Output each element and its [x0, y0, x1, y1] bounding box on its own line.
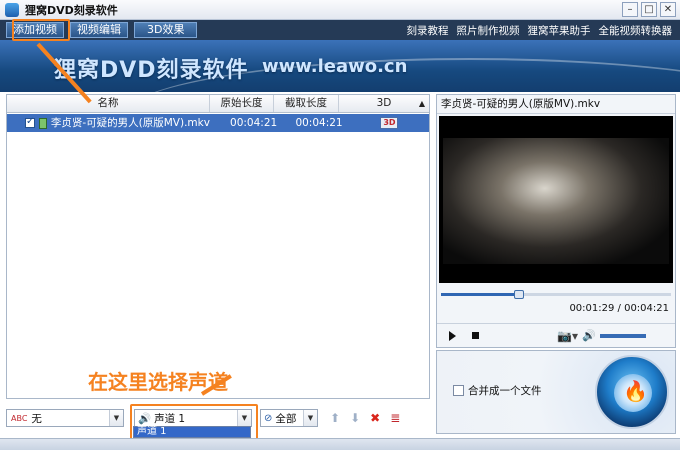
status-bar [0, 438, 680, 450]
move-up-icon[interactable]: ⬆ [330, 411, 340, 425]
link-apple-helper[interactable]: 狸窝苹果助手 [528, 23, 591, 38]
col-clip-length[interactable]: 截取长度 [274, 95, 339, 112]
minimize-button[interactable]: – [622, 2, 638, 17]
video-frame [443, 138, 669, 264]
range-icon: ⊘ [264, 412, 273, 424]
file-list: 名称 原始长度 截取长度 3D ▲ 李贞贤-可疑的男人(原版MV).mkv 00… [6, 94, 430, 399]
close-button[interactable]: ✕ [660, 2, 676, 17]
highlight-audio-track [130, 404, 258, 442]
banner: 狸窝DVD刻录软件 www.leawo.cn [0, 40, 680, 92]
seek-fill [441, 293, 520, 296]
row-orig-length: 00:04:21 [230, 117, 278, 129]
camera-icon[interactable]: 📷▾ [557, 329, 578, 343]
play-icon[interactable] [449, 330, 456, 341]
annotation-text: 在这里选择声道 [88, 370, 228, 394]
3d-icon[interactable]: 3D [380, 117, 399, 129]
clear-list-icon[interactable]: ≣ [390, 411, 400, 425]
video-player[interactable] [439, 116, 673, 283]
preview-pane: 李贞贤-可疑的男人(原版MV).mkv 00:01:29 / 00:04:21 … [436, 94, 676, 348]
highlight-add-video [12, 19, 70, 41]
seek-handle[interactable] [514, 290, 525, 299]
subtitle-icon: ABC [11, 413, 28, 423]
move-down-icon[interactable]: ⬇ [350, 411, 360, 425]
range-select[interactable]: ⊘ 全部 ▼ [260, 409, 318, 427]
table-header: 名称 原始长度 截取长度 3D ▲ [7, 95, 429, 113]
volume-slider[interactable] [599, 333, 646, 338]
burn-button[interactable]: 🔥 [595, 355, 669, 429]
link-burn-tutorial[interactable]: 刻录教程 [407, 23, 449, 38]
seek-bar[interactable] [441, 290, 671, 299]
stop-icon[interactable] [472, 332, 479, 339]
col-3d[interactable]: 3D ▲ [339, 95, 429, 112]
player-controls: 📷▾ 🔊 [437, 323, 675, 347]
preview-filename: 李贞贤-可疑的男人(原版MV).mkv [437, 95, 675, 114]
edit-video-button[interactable]: 视频编辑 [70, 22, 128, 38]
table-row[interactable]: 李贞贤-可疑的男人(原版MV).mkv 00:04:21 00:04:21 3D [7, 114, 429, 132]
col-name[interactable]: 名称 [7, 95, 210, 112]
row-checkbox[interactable] [25, 116, 35, 128]
flame-icon: 🔥 [623, 379, 648, 403]
toolbar: 添加视频 视频编辑 3D效果 刻录教程 照片制作视频 狸窝苹果助手 全能视频转换… [0, 20, 680, 40]
row-filename: 李贞贤-可疑的男人(原版MV).mkv [50, 117, 210, 129]
maximize-button[interactable]: □ [641, 2, 657, 17]
burn-pane: 合并成一个文件 🔥 [436, 350, 676, 434]
row-clip-length: 00:04:21 [295, 117, 343, 129]
merge-option[interactable]: 合并成一个文件 [453, 383, 542, 398]
subtitle-select[interactable]: ABC 无 ▼ [6, 409, 124, 427]
app-icon [5, 2, 19, 17]
link-photo-video[interactable]: 照片制作视频 [457, 23, 520, 38]
col-orig-length[interactable]: 原始长度 [210, 95, 274, 112]
merge-checkbox[interactable] [453, 385, 464, 396]
chevron-down-icon: ▼ [109, 410, 123, 426]
video-file-icon [38, 117, 47, 129]
banner-title: 狸窝DVD刻录软件 [54, 58, 249, 83]
banner-url: www.leawo.cn [262, 56, 408, 77]
window-title: 狸窝DVD刻录软件 [25, 3, 118, 17]
merge-label: 合并成一个文件 [468, 385, 542, 397]
chevron-down-icon: ▼ [303, 410, 317, 426]
volume-icon[interactable]: 🔊 [582, 329, 596, 342]
title-bar: 狸窝DVD刻录软件 – □ ✕ [0, 0, 680, 20]
time-display: 00:01:29 / 00:04:21 [569, 303, 669, 314]
link-video-converter[interactable]: 全能视频转换器 [599, 23, 673, 38]
3d-effect-button[interactable]: 3D效果 [134, 22, 198, 38]
delete-icon[interactable]: ✖ [370, 411, 380, 425]
sort-up-icon: ▲ [418, 99, 425, 108]
